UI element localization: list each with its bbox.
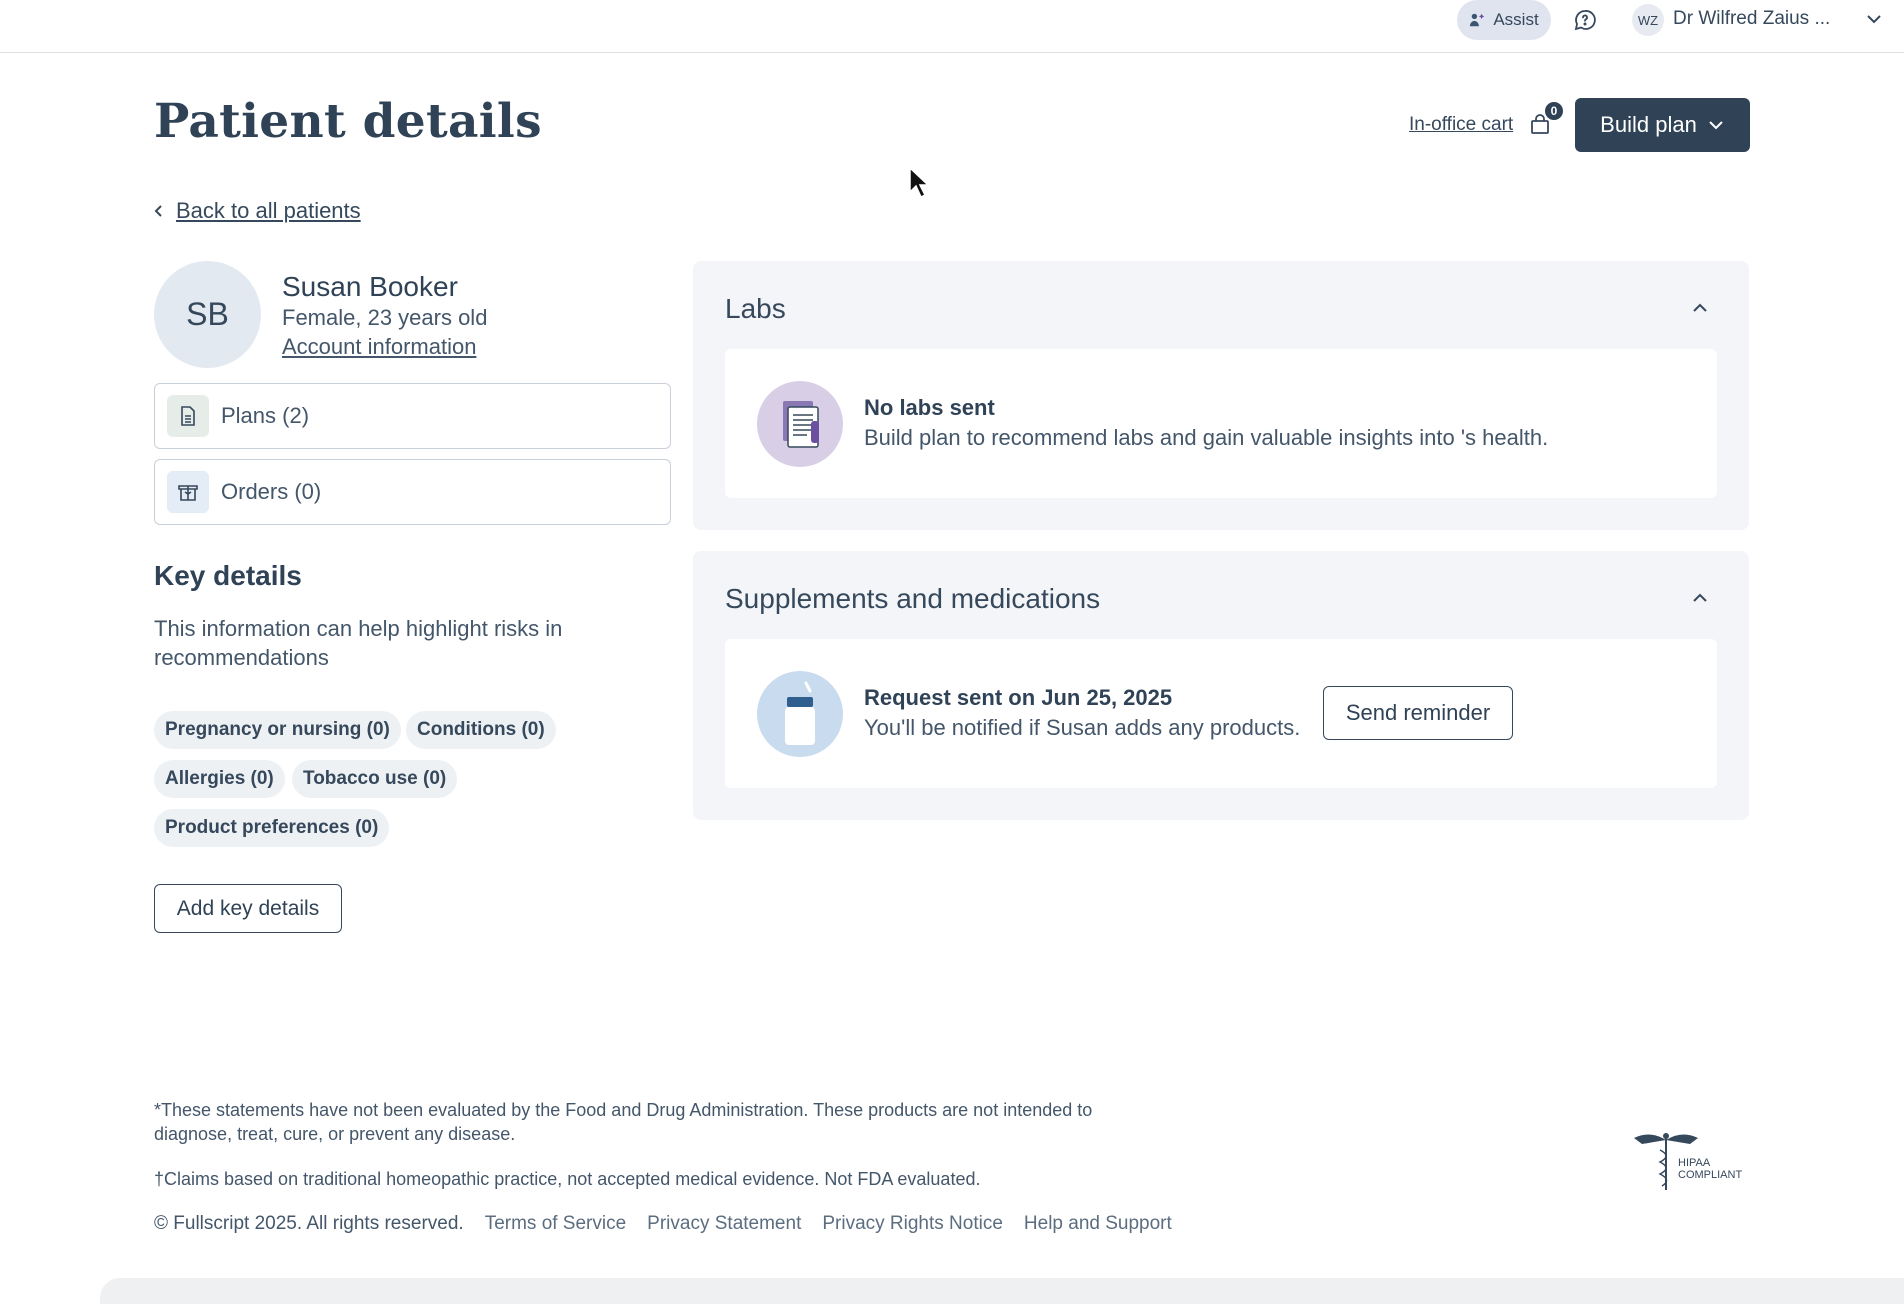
assist-label: Assist	[1493, 10, 1539, 29]
send-reminder-button[interactable]: Send reminder	[1323, 686, 1513, 740]
chip-pregnancy[interactable]: Pregnancy or nursing (0)	[154, 711, 401, 749]
box-icon	[167, 471, 209, 513]
privacy-rights-link[interactable]: Privacy Rights Notice	[822, 1213, 1003, 1235]
supplements-request-state: Request sent on Jun 25, 2025 You'll be n…	[725, 639, 1717, 788]
key-details-title: Key details	[154, 560, 302, 591]
assist-icon	[1470, 13, 1485, 27]
chip-allergies[interactable]: Allergies (0)	[154, 760, 285, 798]
assist-button[interactable]: Assist	[1457, 0, 1551, 40]
labs-empty-state: No labs sent Build plan to recommend lab…	[725, 349, 1717, 498]
chevron-up-icon[interactable]	[1691, 589, 1709, 607]
labs-illustration	[757, 381, 843, 467]
labs-title: Labs	[725, 293, 786, 324]
chip-product-preferences[interactable]: Product preferences (0)	[154, 809, 390, 847]
footer-links: © Fullscript 2025. All rights reserved. …	[154, 1213, 1172, 1235]
orders-label: Orders (0)	[221, 479, 322, 504]
patient-avatar: SB	[154, 261, 261, 368]
add-key-details-button[interactable]: Add key details	[154, 884, 342, 933]
supplements-title: Supplements and medications	[725, 583, 1101, 614]
bottle-illustration	[757, 671, 843, 757]
help-support-link[interactable]: Help and Support	[1024, 1213, 1172, 1235]
mouse-cursor-icon	[909, 166, 930, 199]
labs-heading: No labs sent	[864, 395, 995, 420]
bottom-decoration	[100, 1278, 1904, 1304]
user-name[interactable]: Dr Wilfred Zaius ...	[1673, 8, 1830, 30]
svg-text:COMPLIANT: COMPLIANT	[1678, 1169, 1742, 1181]
in-office-cart-link[interactable]: In-office cart	[1409, 114, 1513, 136]
build-plan-button[interactable]: Build plan	[1575, 98, 1750, 152]
plans-label: Plans (2)	[221, 403, 310, 428]
chevron-down-icon	[1709, 121, 1723, 130]
patient-name: Susan Booker	[282, 271, 458, 302]
supplements-text: You'll be notified if Susan adds any pro…	[864, 715, 1301, 740]
patient-demographics: Female, 23 years old	[282, 305, 488, 330]
top-bar: Assist WZ Dr Wilfred Zaius ...	[0, 0, 1904, 53]
svg-text:HIPAA: HIPAA	[1678, 1157, 1711, 1169]
document-icon	[167, 395, 209, 437]
back-to-patients-link[interactable]: Back to all patients	[152, 198, 361, 224]
orders-card[interactable]: Orders (0)	[154, 459, 671, 525]
page-title: Patient details	[154, 94, 542, 149]
copyright: © Fullscript 2025. All rights reserved.	[154, 1213, 464, 1234]
back-link-label: Back to all patients	[176, 198, 361, 223]
plans-card[interactable]: Plans (2)	[154, 383, 671, 449]
account-information-link[interactable]: Account information	[282, 334, 476, 360]
supplements-heading: Request sent on Jun 25, 2025	[864, 685, 1173, 710]
privacy-statement-link[interactable]: Privacy Statement	[647, 1213, 801, 1235]
hipaa-compliant-logo: HIPAA COMPLIANT	[1634, 1133, 1742, 1190]
chip-conditions[interactable]: Conditions (0)	[406, 711, 556, 749]
fda-disclaimer: *These statements have not been evaluate…	[154, 1100, 1093, 1144]
terms-of-service-link[interactable]: Terms of Service	[485, 1213, 626, 1235]
chip-tobacco[interactable]: Tobacco use (0)	[292, 760, 458, 798]
chevron-down-icon[interactable]	[1864, 9, 1884, 29]
chevron-up-icon[interactable]	[1691, 299, 1709, 317]
labs-panel: Labs No labs sent Build plan to recommen…	[693, 261, 1749, 530]
supplements-panel: Supplements and medications Request sent…	[693, 551, 1749, 820]
homeopathic-disclaimer: †Claims based on traditional homeopathic…	[154, 1169, 981, 1189]
user-avatar[interactable]: WZ	[1632, 4, 1664, 36]
chat-icon[interactable]	[1573, 8, 1597, 32]
cart-count-badge: 0	[1543, 100, 1565, 122]
key-details-description: This information can help highlight risk…	[154, 616, 563, 670]
build-plan-label: Build plan	[1600, 112, 1697, 137]
chevron-left-icon	[154, 205, 162, 217]
labs-text: Build plan to recommend labs and gain va…	[864, 425, 1549, 450]
